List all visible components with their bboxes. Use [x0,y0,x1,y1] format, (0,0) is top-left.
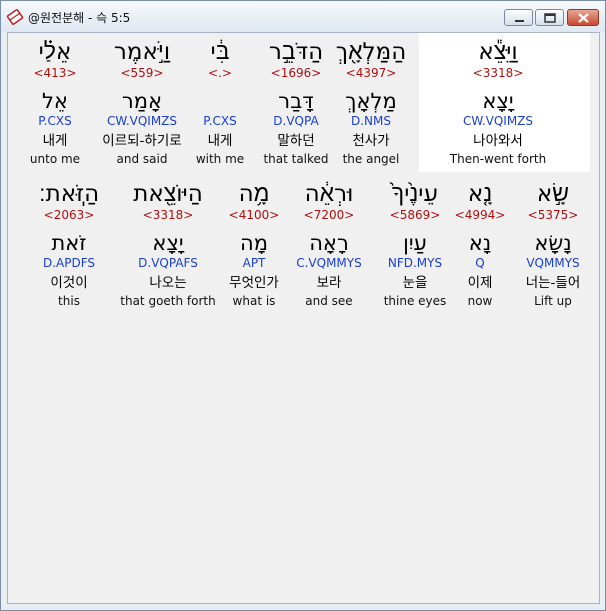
word-morph: D.NMS [350,114,391,128]
word-heb: הַמַּלְאָ֖ךְ [335,39,407,65]
word-kor: 너는-들어 [525,275,581,291]
word-heb: וַיֵּצֵ֕א [478,39,518,65]
word-root: מַלְאָךְ [345,89,397,113]
word-kor: 천사가 [352,133,390,149]
maximize-icon [544,13,556,23]
title-bar[interactable]: @원전분해 - 슥 5:5 [1,1,605,32]
word-strong: <5375> [527,208,579,222]
app-icon [6,9,24,25]
word-strong: <3318> [472,66,524,80]
word-morph: VQMMYS [526,256,580,270]
window: @원전분해 - 슥 5:5 אֵלַ֗י <413> אֵל P.CXS 내게 unto … [0,0,606,611]
word-kor: 나아와서 [473,133,523,149]
close-button[interactable] [567,9,599,26]
word-root: נָשָׂא [534,231,572,255]
word-root: יָצָא [482,89,514,113]
word-eng: Lift up [534,294,572,308]
close-icon [578,13,589,23]
minimize-button[interactable] [504,9,533,26]
word-strong: <4397> [345,66,397,80]
word-root: אָמַר [121,89,163,113]
maximize-button[interactable] [535,9,564,26]
word-eng: Then-went forth [449,152,547,166]
word-morph: CW.VQIMZS [462,114,534,128]
window-title: @원전분해 - 슥 5:5 [28,11,131,25]
word-heb: שָׂ֣א [536,181,570,207]
analysis-pane: אֵלַ֗י <413> אֵל P.CXS 내게 unto me וַיֹּ֣אמֶר <5… [7,32,600,604]
minimize-icon [515,20,524,22]
word-eng: the angel [342,152,400,166]
